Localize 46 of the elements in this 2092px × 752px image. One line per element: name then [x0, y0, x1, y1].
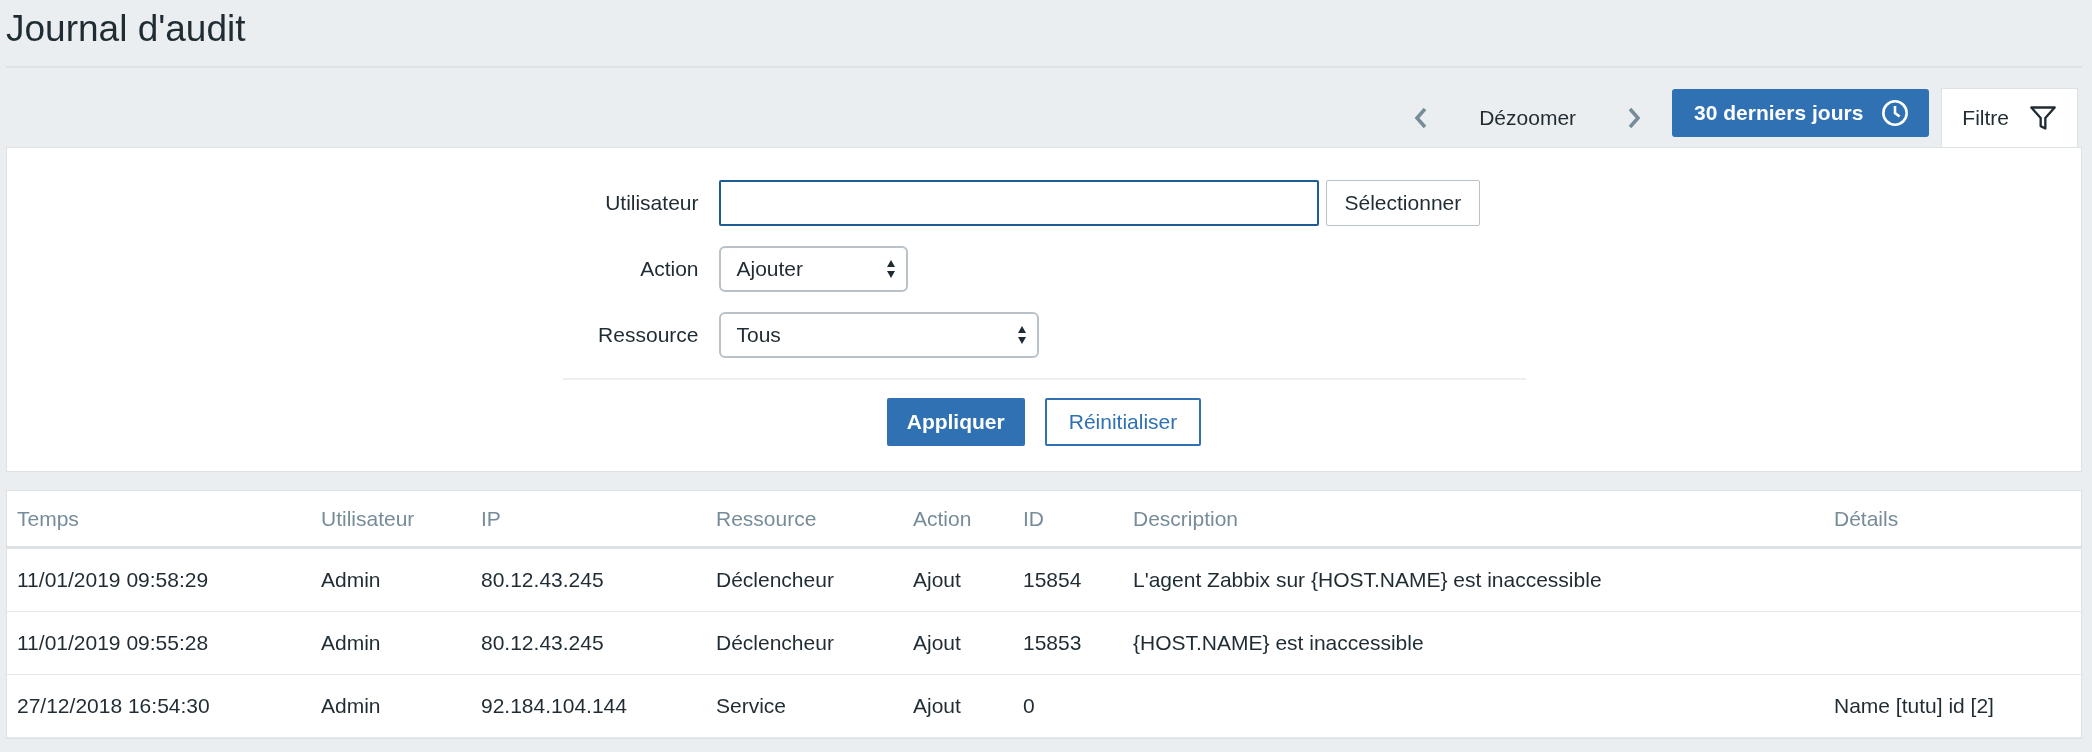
filter-tab[interactable]: Filtre: [1941, 88, 2078, 147]
table-cell: Name [tutu] id [2]: [1834, 694, 1994, 717]
table-cell: 27/12/2018 16:54:30: [17, 694, 210, 717]
zoom-out-button[interactable]: Dézoomer: [1479, 105, 1577, 130]
column-header: ID: [1013, 491, 1123, 548]
column-header: Temps: [7, 491, 311, 548]
table-cell: Admin: [321, 568, 381, 591]
table-cell: 0: [1023, 694, 1035, 717]
table-cell: 11/01/2019 09:58:29: [17, 568, 209, 591]
filter-icon: [2029, 104, 2057, 132]
reset-button[interactable]: Réinitialiser: [1044, 398, 1202, 446]
table-cell: Admin: [321, 694, 381, 717]
column-header: Utilisateur: [311, 491, 471, 548]
table-cell: Ajout: [913, 694, 961, 717]
table-cell: Déclencheur: [716, 631, 834, 654]
column-header: Description: [1123, 491, 1824, 548]
column-header: Action: [903, 491, 1013, 548]
table-cell: Ajout: [913, 568, 961, 591]
apply-button[interactable]: Appliquer: [886, 398, 1025, 446]
table-cell: 80.12.43.245: [481, 631, 604, 654]
field-label: Action: [639, 257, 700, 281]
sort-arrows-icon: [1016, 325, 1027, 345]
sort-arrows-icon: [885, 259, 896, 279]
field-label: Ressource: [597, 323, 700, 347]
column-header: IP: [471, 491, 706, 548]
user-input-field[interactable]: [718, 180, 1319, 226]
table-cell: Déclencheur: [716, 568, 834, 591]
table-cell: 15854: [1023, 568, 1082, 591]
table-cell: Ajout: [913, 631, 961, 654]
table-cell: Admin: [321, 631, 381, 654]
field-label: Utilisateur: [604, 191, 700, 215]
table-cell: 80.12.43.245: [481, 568, 604, 591]
table-cell: Service: [716, 694, 787, 717]
table-cell: 15853: [1023, 631, 1082, 654]
table-cell: {HOST.NAME} est inaccessible: [1133, 631, 1424, 654]
page-title: Journal d'audit: [6, 0, 2082, 68]
column-header: Détails: [1824, 491, 2081, 548]
dropdown[interactable]: Ajouter: [718, 246, 908, 292]
table-cell: L'agent Zabbix sur {HOST.NAME} est inaccessible: [1133, 568, 1602, 591]
time-range-button[interactable]: 30 derniers jours: [1672, 88, 1930, 137]
table-cell: 11/01/2019 09:55:28: [17, 631, 209, 654]
table-cell: 92.184.104.144: [481, 694, 627, 717]
column-header: Ressource: [706, 491, 903, 548]
dropdown[interactable]: Tous: [718, 312, 1039, 358]
clock-icon: [1881, 98, 1910, 127]
select-button[interactable]: Sélectionner: [1325, 180, 1481, 226]
